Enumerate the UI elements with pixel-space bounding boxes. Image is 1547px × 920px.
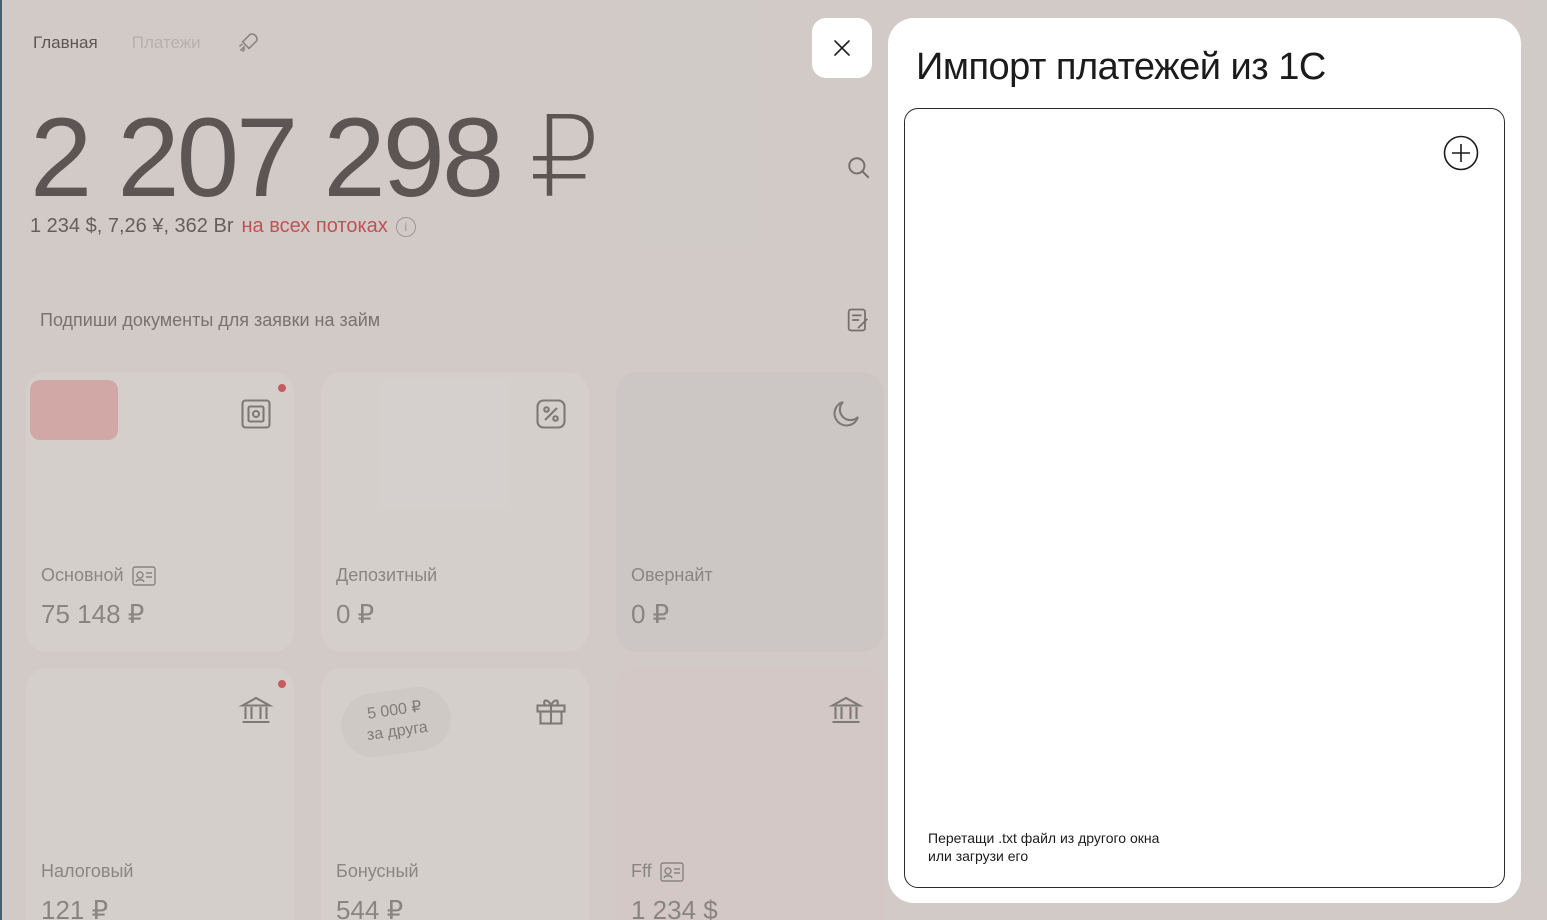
modal-title: Импорт платежей из 1С bbox=[916, 46, 1326, 88]
file-dropzone[interactable]: Перетащи .txt файл из другого окна или з… bbox=[904, 108, 1505, 888]
plus-circle-icon[interactable] bbox=[1443, 135, 1479, 171]
close-button[interactable] bbox=[812, 18, 872, 78]
dropzone-hint: Перетащи .txt файл из другого окна или з… bbox=[928, 830, 1160, 864]
close-icon bbox=[834, 40, 850, 56]
import-payments-modal: Импорт платежей из 1С Перетащи .txt файл… bbox=[888, 18, 1521, 903]
